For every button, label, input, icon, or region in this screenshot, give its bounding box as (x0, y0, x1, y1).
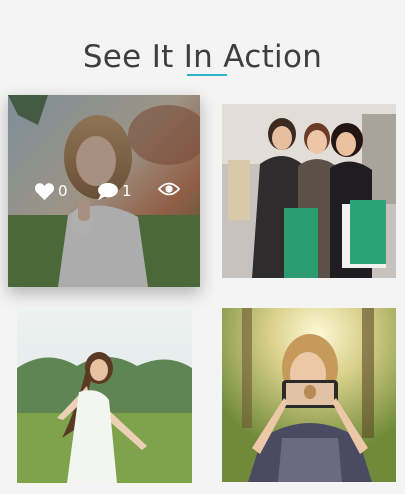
gallery-image-girl-meadow (17, 308, 192, 483)
heart-icon (35, 182, 54, 200)
eye-icon (158, 182, 180, 196)
title-underline (187, 74, 227, 76)
comments-count: 1 (122, 182, 132, 200)
comment-icon (98, 182, 118, 200)
gallery-image-friends-shopping (222, 104, 396, 278)
comments-counter[interactable]: 1 (97, 181, 132, 201)
gallery-image-girl-selfie (222, 308, 396, 482)
section-title: See It In Action (82, 38, 323, 75)
gallery-item-4[interactable] (222, 308, 396, 482)
gallery-item-2[interactable] (222, 104, 396, 278)
gallery-item-3[interactable] (17, 308, 192, 483)
likes-counter[interactable]: 0 (34, 181, 68, 201)
likes-count: 0 (58, 182, 68, 200)
item-stats: 0 1 (8, 181, 200, 203)
view-button[interactable] (158, 181, 180, 197)
gallery-item-1[interactable]: 0 1 (8, 95, 200, 287)
